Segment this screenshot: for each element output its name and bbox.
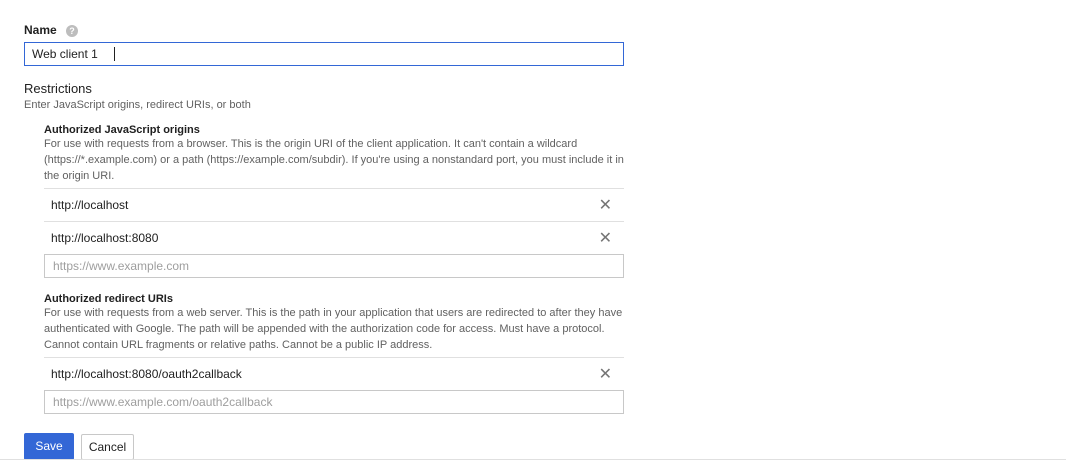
redirects-description: For use with requests from a web server.… — [44, 307, 623, 351]
save-button[interactable]: Save — [24, 433, 74, 460]
origin-row: http://localhost:8080 ✕ — [44, 221, 624, 254]
redirect-input[interactable]: https://www.example.com/oauth2callback — [44, 390, 624, 414]
name-input-value: Web client 1 — [32, 47, 98, 61]
help-icon[interactable]: ? — [66, 24, 79, 37]
origin-input-placeholder: https://www.example.com — [53, 259, 190, 273]
origin-input[interactable]: https://www.example.com — [44, 254, 624, 278]
name-input[interactable]: Web client 1 — [24, 42, 624, 66]
origin-row: http://localhost ✕ — [44, 188, 624, 221]
remove-redirect-icon[interactable]: ✕ — [599, 364, 612, 384]
name-label: Name — [24, 23, 57, 37]
restrictions-title: Restrictions — [24, 81, 92, 96]
origin-value: http://localhost — [51, 198, 129, 212]
redirect-row: http://localhost:8080/oauth2callback ✕ — [44, 357, 624, 390]
origin-value: http://localhost:8080 — [51, 231, 159, 245]
text-caret — [114, 47, 115, 61]
cancel-button[interactable]: Cancel — [81, 434, 134, 460]
origins-title: Authorized JavaScript origins — [44, 124, 200, 136]
name-label-row: Name ? — [24, 23, 79, 37]
origins-description: For use with requests from a browser. Th… — [44, 138, 624, 182]
remove-origin-icon[interactable]: ✕ — [599, 195, 612, 215]
redirects-title: Authorized redirect URIs — [44, 293, 173, 305]
divider — [0, 459, 1066, 460]
redirect-input-placeholder: https://www.example.com/oauth2callback — [53, 395, 273, 409]
remove-origin-icon[interactable]: ✕ — [599, 228, 612, 248]
redirect-value: http://localhost:8080/oauth2callback — [51, 367, 242, 381]
restrictions-subtitle: Enter JavaScript origins, redirect URIs,… — [24, 99, 251, 111]
